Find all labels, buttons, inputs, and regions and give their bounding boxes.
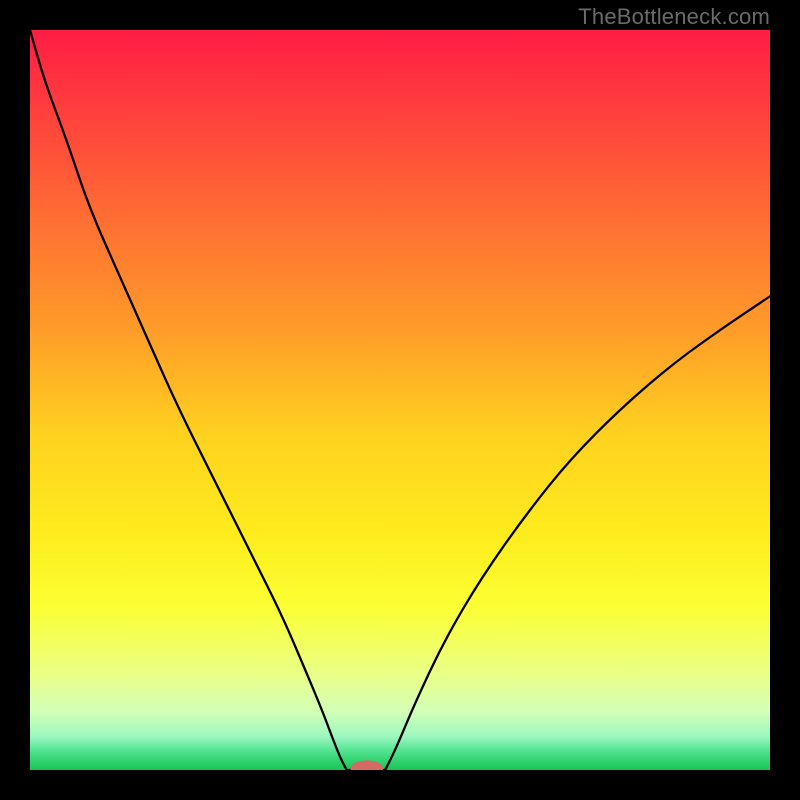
chart-frame: TheBottleneck.com xyxy=(0,0,800,800)
chart-svg xyxy=(30,30,770,770)
gradient-background xyxy=(30,30,770,770)
plot-area xyxy=(30,30,770,770)
watermark-text: TheBottleneck.com xyxy=(578,4,770,30)
